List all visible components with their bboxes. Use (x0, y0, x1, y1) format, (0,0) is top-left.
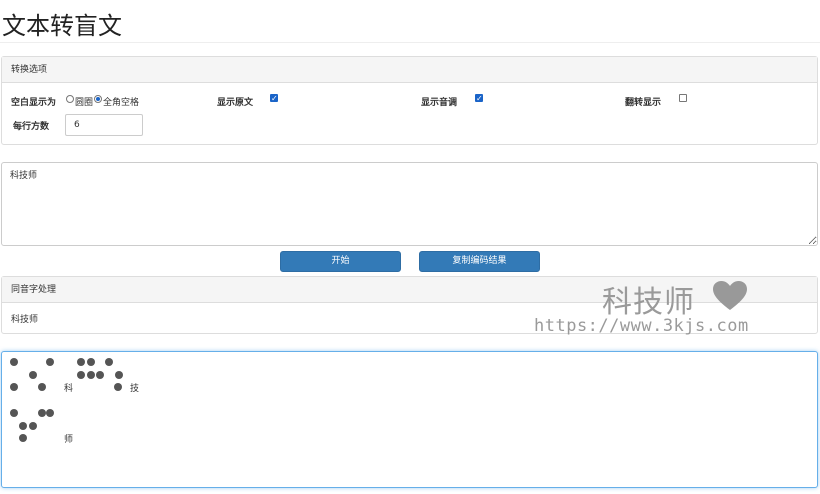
cells-per-line-input[interactable] (65, 114, 143, 136)
braille-dot (19, 422, 27, 430)
braille-dot (114, 383, 122, 391)
blank-fullwidth-radio[interactable] (94, 95, 102, 103)
braille-output-canvas: 科 技 师 (10, 358, 139, 445)
braille-dot (46, 358, 54, 366)
page-title: 文本转盲文 (2, 12, 122, 40)
show-original-checkbox[interactable]: ✓ (270, 94, 278, 103)
braille-dot (77, 371, 85, 379)
braille-dot (10, 409, 18, 417)
show-tone-label: 显示音调 (421, 98, 458, 108)
braille-dot (29, 422, 37, 430)
show-tone-checkbox[interactable]: ✓ (475, 94, 483, 103)
braille-dot (46, 409, 54, 417)
original-char-2: 技 (130, 382, 139, 394)
braille-dot (10, 358, 18, 366)
blank-circle-radio[interactable] (66, 95, 74, 103)
options-heading: 转换选项 (2, 57, 817, 83)
flip-label: 翻转显示 (625, 98, 662, 108)
braille-dot (105, 358, 113, 366)
blank-fullwidth-label[interactable]: 全角空格 (103, 95, 139, 108)
braille-dot (115, 371, 123, 379)
homophone-text: 科技师 (11, 315, 39, 325)
copy-result-button[interactable]: 复制编码结果 (419, 251, 540, 272)
blank-circle-label[interactable]: 圆圈 (75, 95, 93, 108)
braille-dot (10, 383, 18, 391)
original-char-3: 师 (64, 433, 73, 445)
source-text-input[interactable] (1, 162, 818, 246)
options-body: 空白显示为 圆圈 全角空格 显示原文 ✓ 显示音调 ✓ 翻转显示 每行方数 (2, 83, 817, 145)
flip-checkbox[interactable] (679, 94, 687, 102)
braille-dot (19, 434, 27, 442)
braille-dot (77, 358, 85, 366)
braille-dot (38, 409, 46, 417)
braille-output[interactable]: 科 技 师 (1, 351, 818, 488)
original-char-1: 科 (64, 382, 73, 394)
braille-dot (87, 371, 95, 379)
braille-dot (38, 383, 46, 391)
homophone-heading: 同音字处理 (2, 277, 817, 303)
options-panel: 转换选项 空白显示为 圆圈 全角空格 显示原文 ✓ 显示音调 ✓ 翻转显示 每行… (1, 56, 818, 145)
title-divider (0, 42, 820, 43)
start-button[interactable]: 开始 (280, 251, 401, 272)
show-original-label: 显示原文 (217, 98, 254, 108)
braille-dot (96, 371, 104, 379)
blank-display-label: 空白显示为 (11, 98, 57, 108)
homophone-panel: 同音字处理 科技师 (1, 276, 818, 334)
braille-dot (29, 371, 37, 379)
braille-dot (87, 358, 95, 366)
cells-per-line-label: 每行方数 (13, 122, 50, 132)
